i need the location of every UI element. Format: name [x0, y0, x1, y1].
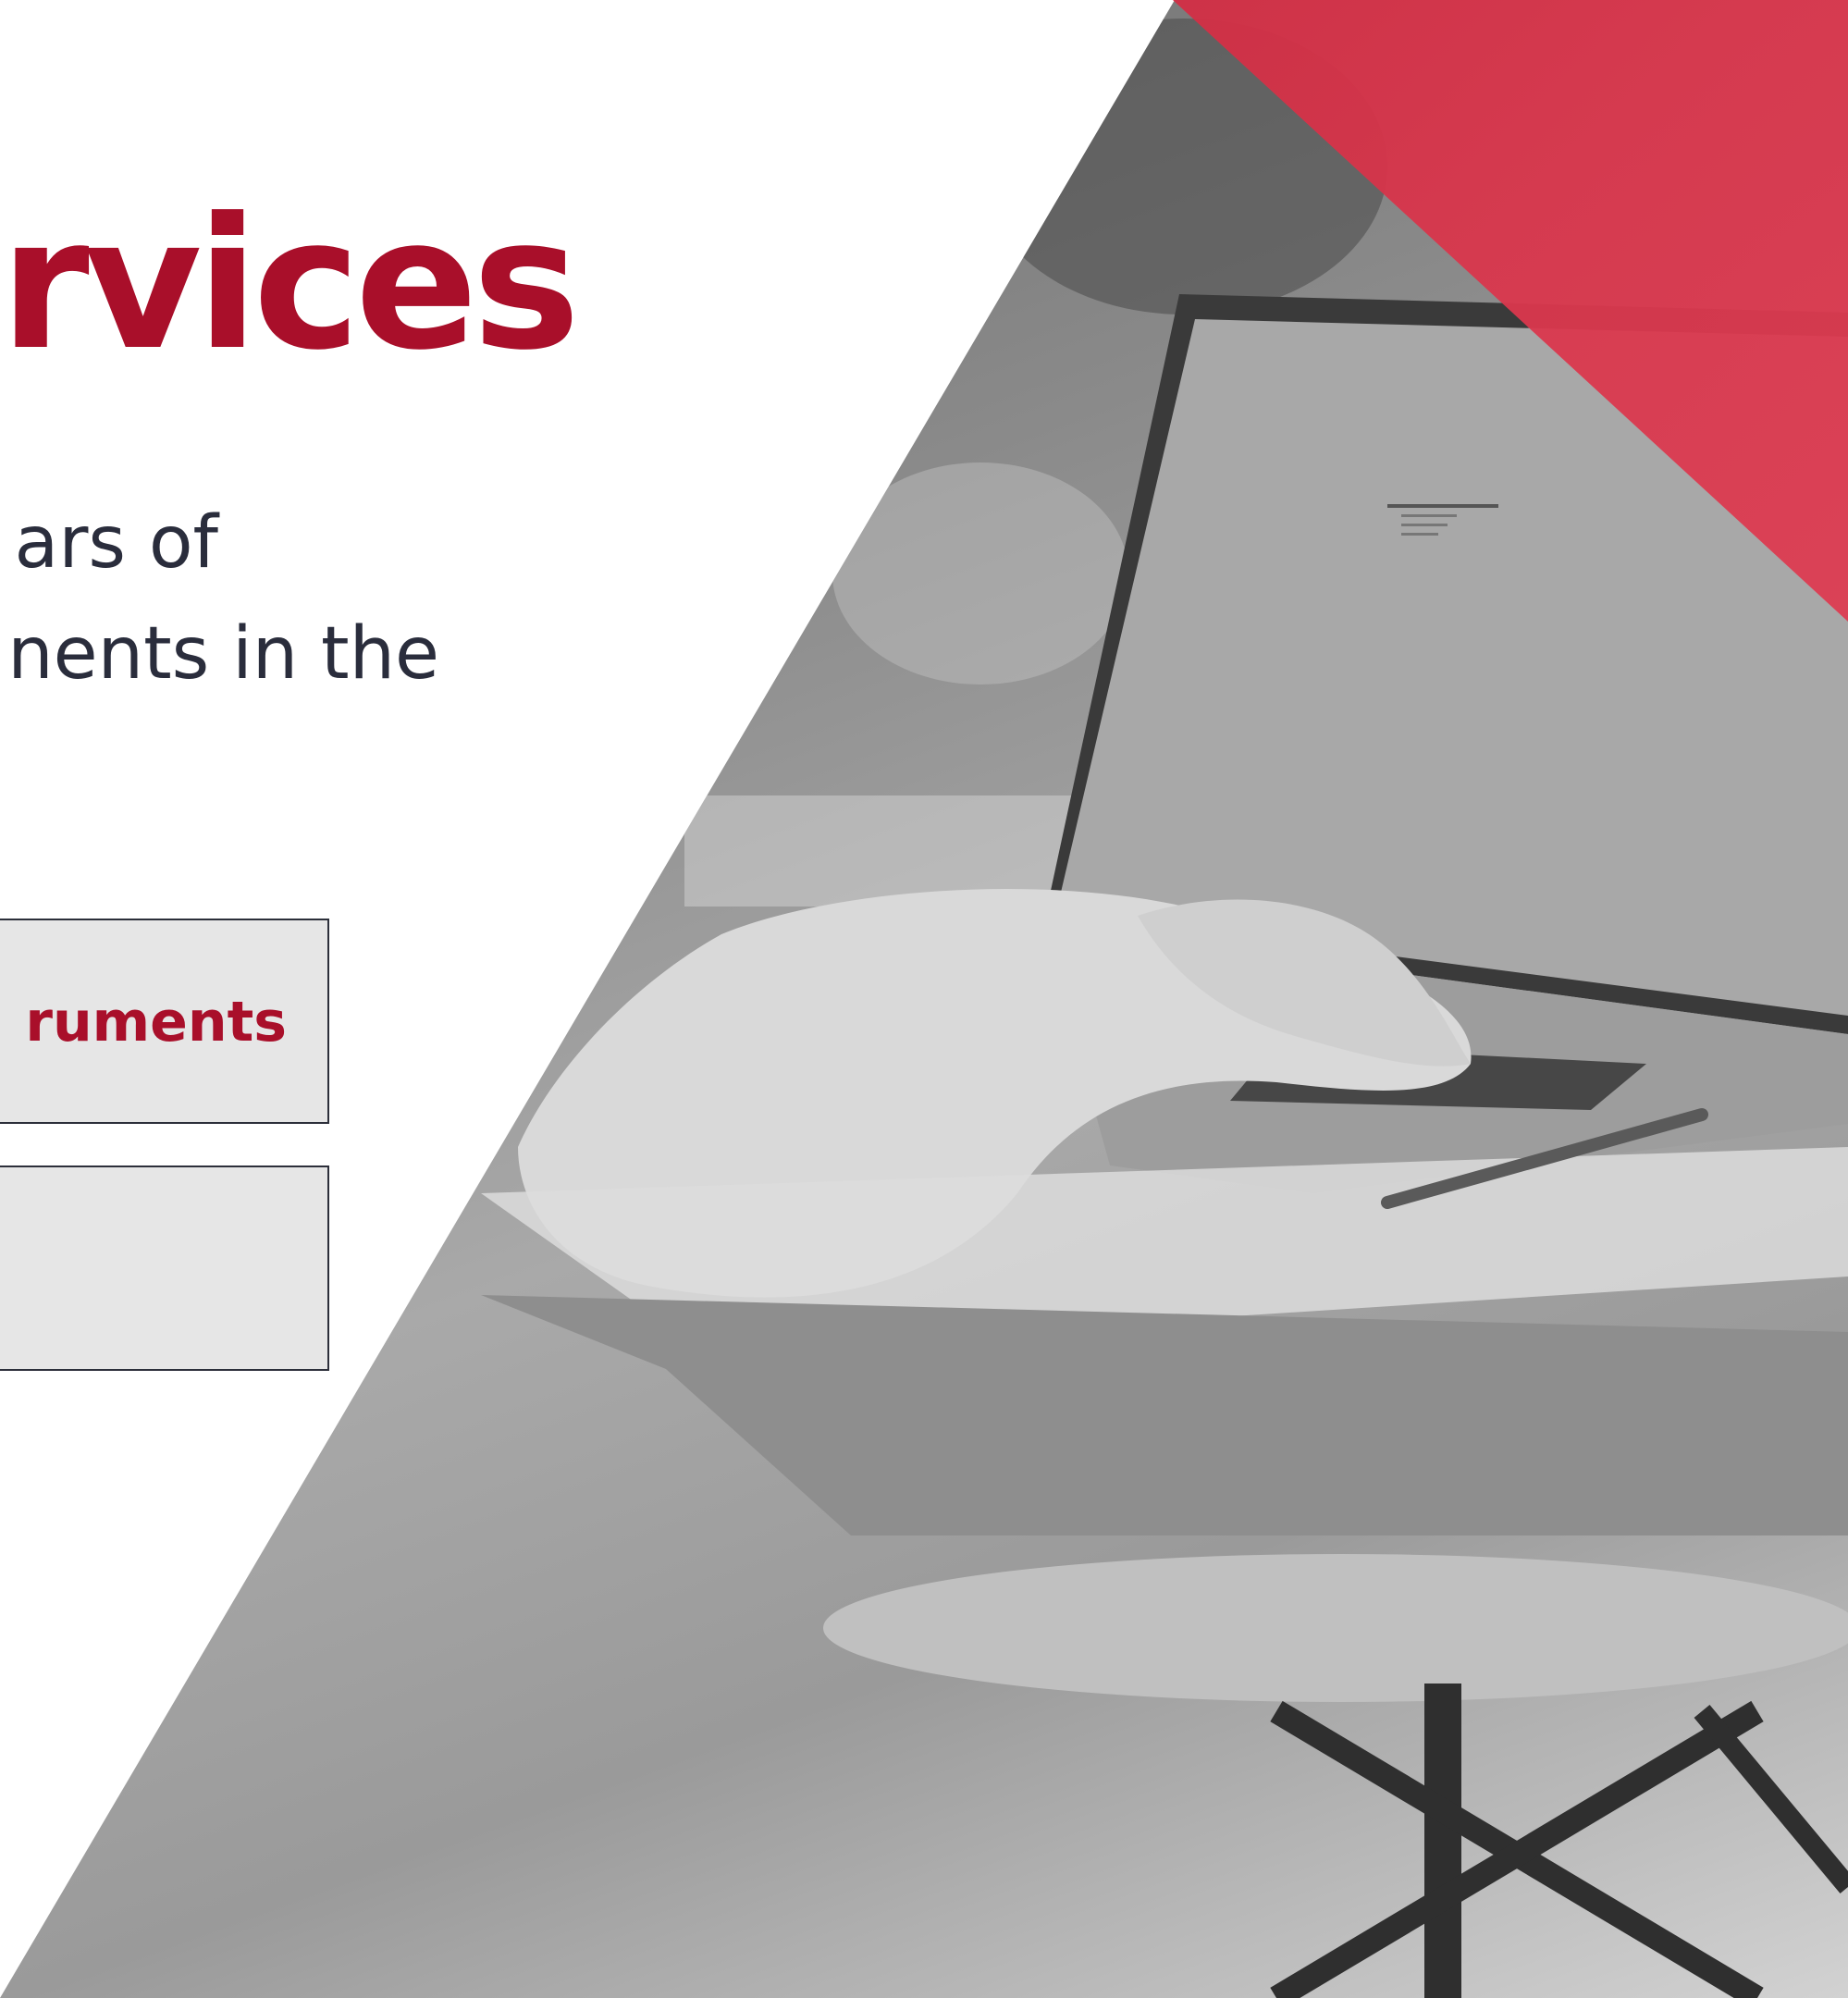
service-card-secondary[interactable] — [0, 1166, 329, 1371]
description-line-2: nents in the — [7, 612, 439, 696]
page: rvices ars of nents in the ruments — [0, 0, 1848, 1998]
page-title: rvices — [0, 179, 580, 390]
description-line-1: ars of — [14, 501, 218, 585]
service-card-instruments[interactable]: ruments — [0, 919, 329, 1124]
service-card-label: ruments — [25, 990, 287, 1054]
